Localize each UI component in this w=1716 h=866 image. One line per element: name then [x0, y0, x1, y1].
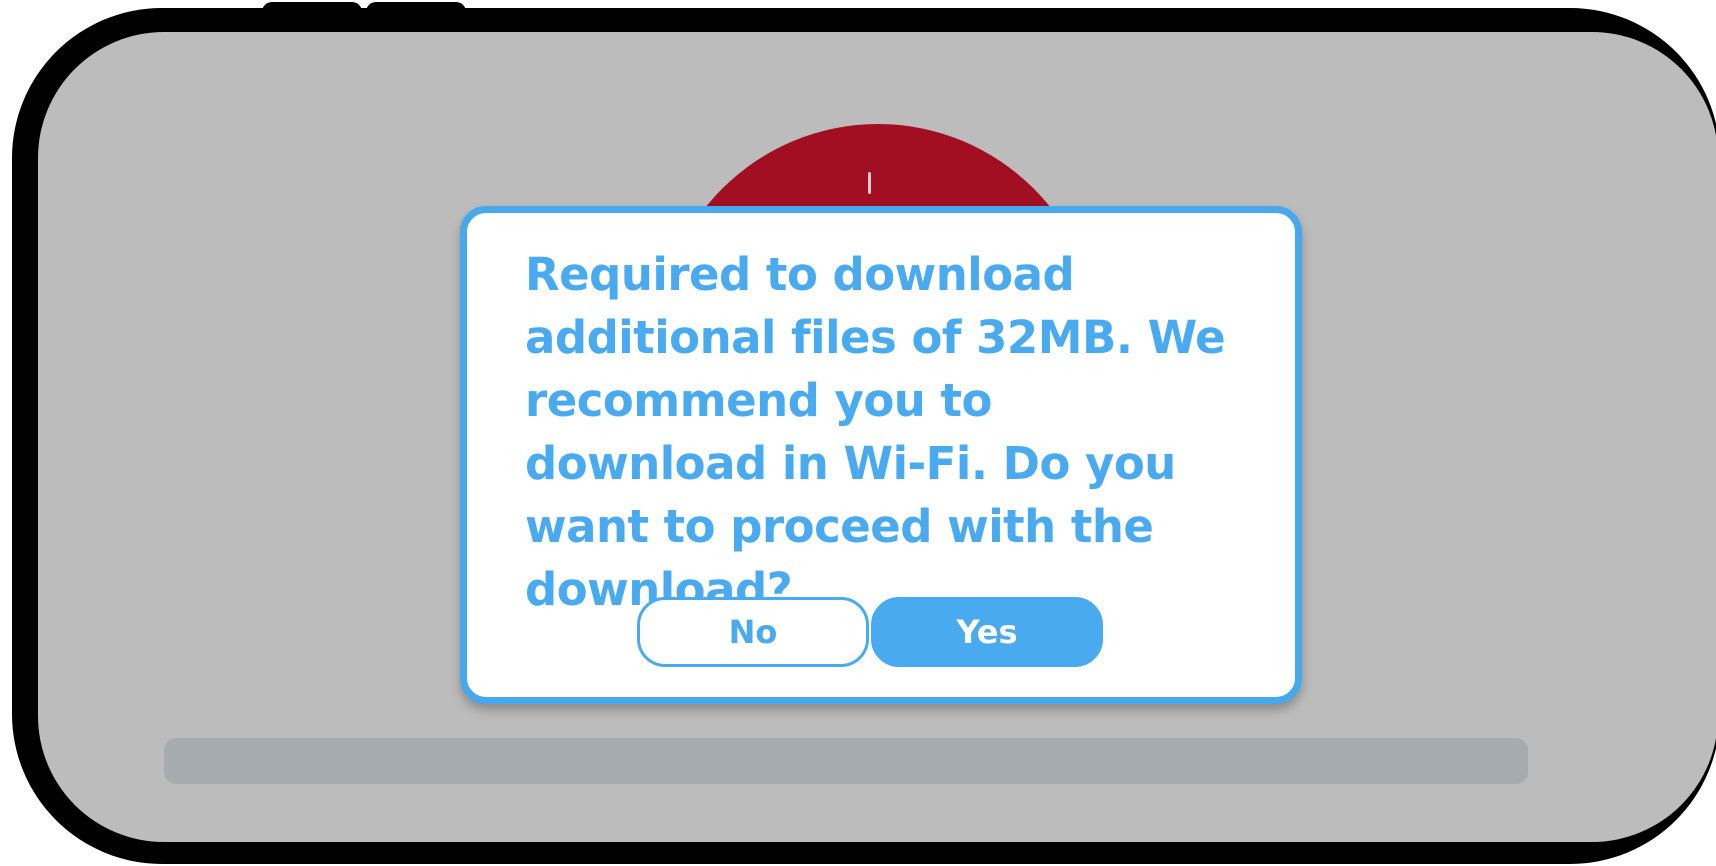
phone-frame: LOADING Required to download additional …: [12, 8, 1716, 864]
logo-mark: [868, 172, 871, 194]
yes-button[interactable]: Yes: [871, 597, 1103, 667]
download-confirm-dialog: Required to download additional files of…: [460, 206, 1302, 704]
app-screen: LOADING Required to download additional …: [38, 32, 1716, 842]
dialog-message: Required to download additional files of…: [525, 248, 1226, 616]
no-button[interactable]: No: [637, 597, 869, 667]
loading-progress-bar: [164, 738, 1528, 784]
device-screenshot: LOADING Required to download additional …: [0, 0, 1716, 866]
